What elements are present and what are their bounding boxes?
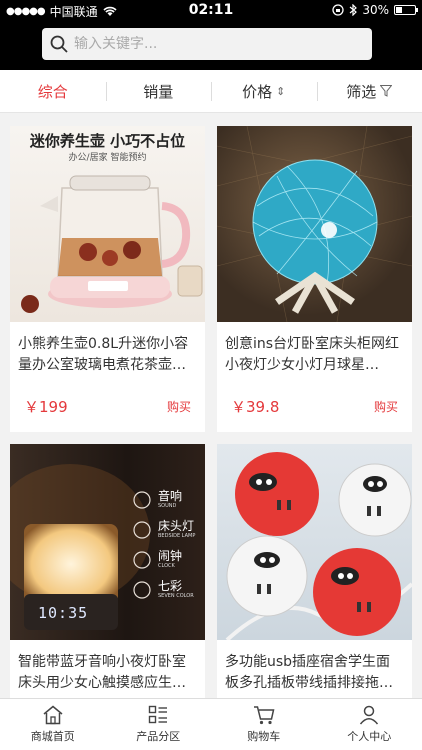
tabbar-item-home[interactable]: 商城首页 [0, 699, 106, 750]
tab-sales[interactable]: 销量 [105, 70, 212, 112]
product-image-kettle: 迷你养生壶 小巧不占位 办公/居家 智能预约 [10, 126, 205, 322]
product-grid: 迷你养生壶 小巧不占位 办公/居家 智能预约 小熊养生壶0.8L升迷你小容量办公… [10, 126, 412, 750]
feature-label: 音响 [158, 489, 183, 503]
tab-comprehensive[interactable]: 综合 [0, 70, 106, 112]
product-card[interactable]: 迷你养生壶 小巧不占位 办公/居家 智能预约 小熊养生壶0.8L升迷你小容量办公… [10, 126, 205, 432]
feature-label: 七彩 [158, 579, 183, 593]
search-header [0, 22, 422, 70]
feature-sublabel: BEDSIDE LAMP [158, 533, 196, 539]
tabbar-label: 个人中心 [347, 730, 392, 743]
feature-sublabel: SEVEN COLOR [158, 593, 194, 599]
product-card[interactable]: 创意ins台灯卧室床头柜网红小夜灯少女小灯月球星… ￥39.8 购买 [217, 126, 412, 432]
clock-display: 10:35 [38, 604, 89, 622]
rotation-lock-icon [332, 4, 344, 16]
tabbar-label: 产品分区 [136, 730, 181, 743]
tabbar-item-cart[interactable]: 购物车 [211, 699, 317, 750]
tabbar-item-category[interactable]: 产品分区 [106, 699, 212, 750]
power-strip-illustration [225, 452, 412, 640]
bluetooth-icon [349, 4, 358, 16]
product-image-power-strip [217, 444, 412, 640]
product-price: ￥39.8 [231, 398, 280, 416]
product-image-moon-lamp [217, 126, 412, 322]
search-icon [50, 35, 68, 53]
bottom-tab-bar: 商城首页 产品分区 购物车 个人中心 [0, 698, 422, 750]
buy-button[interactable]: 购买 [167, 398, 191, 415]
product-title: 多功能usb插座宿舍学生面板多孔插板带线插排接拖… [225, 654, 393, 691]
filter-icon [380, 85, 393, 97]
tab-label: 综合 [37, 82, 68, 101]
tab-filter[interactable]: 筛选 [316, 70, 422, 112]
feature-sublabel: SOUND [158, 503, 177, 509]
product-image-speaker-lamp: 10:35 音响 SOUND 床头灯 BEDSIDE LAMP 闹钟 CLOCK… [10, 444, 205, 640]
battery-icon [394, 5, 418, 15]
tab-label: 筛选 [346, 82, 377, 101]
lamp-illustration [217, 126, 412, 322]
tabbar-label: 购物车 [247, 730, 281, 743]
feature-sublabel: CLOCK [158, 563, 175, 569]
battery-percent: 30% [362, 3, 389, 17]
feature-label: 闹钟 [158, 549, 183, 563]
search-input[interactable] [74, 36, 354, 52]
category-icon [149, 705, 168, 724]
buy-button[interactable]: 购买 [374, 398, 398, 415]
tab-label: 销量 [143, 82, 174, 101]
home-icon [43, 705, 63, 725]
product-title: 创意ins台灯卧室床头柜网红小夜灯少女小灯月球星… [225, 336, 400, 373]
tabbar-item-profile[interactable]: 个人中心 [317, 699, 422, 750]
user-icon [360, 705, 379, 725]
product-title: 智能带蓝牙音响小夜灯卧室床头用少女心触摸感应生… [18, 654, 186, 691]
product-price: ￥199 [24, 398, 68, 416]
search-box[interactable] [42, 28, 372, 60]
tab-price[interactable]: 价格 ⇕ [211, 70, 317, 112]
cart-icon [253, 706, 275, 725]
tabbar-label: 商城首页 [30, 730, 75, 743]
sort-tabs: 综合 销量 价格 ⇕ 筛选 [0, 70, 422, 113]
product-title: 小熊养生壶0.8L升迷你小容量办公室玻璃电煮花茶壶… [18, 336, 189, 373]
status-bar: ●●●●● 中国联通 02:11 30% [0, 0, 422, 22]
feature-label: 床头灯 [158, 519, 195, 533]
sort-arrows-icon: ⇕ [276, 84, 286, 98]
kettle-illustration [21, 175, 203, 313]
tab-label: 价格 [242, 82, 273, 101]
